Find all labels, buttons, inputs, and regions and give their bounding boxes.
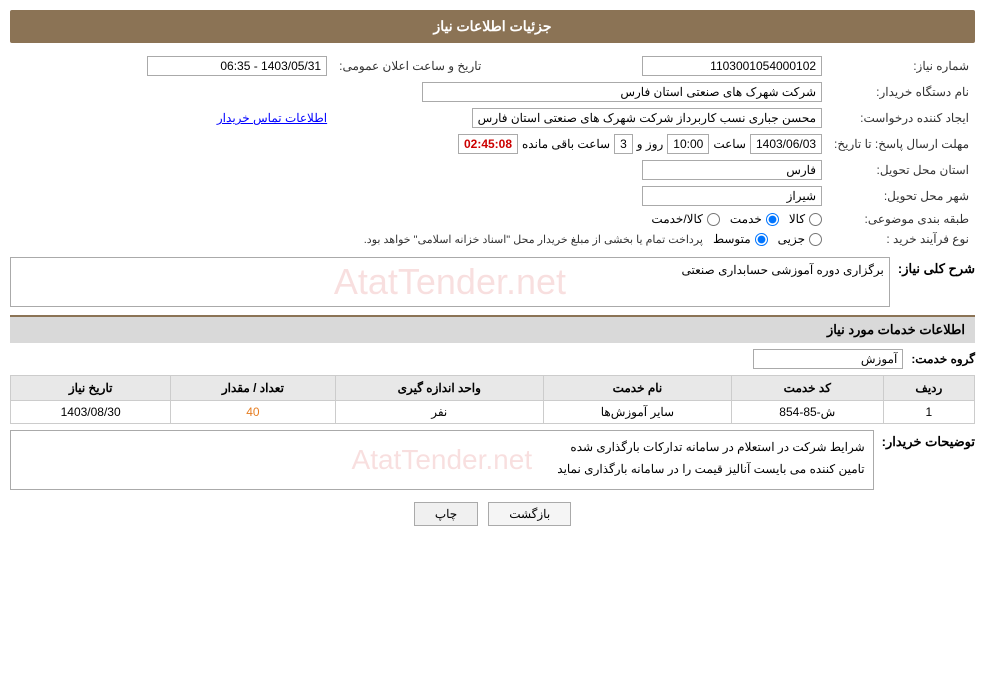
button-row: بازگشت چاپ [10,502,975,526]
announcement-value: 1403/05/31 - 06:35 [147,56,327,76]
page-wrapper: جزئیات اطلاعات نیاز شماره نیاز: 11030010… [0,0,985,691]
city-label: شهر محل تحویل: [828,183,975,209]
cell-row: 1 [883,401,974,424]
purchase-note: پرداخت تمام یا بخشی از مبلغ خریدار محل "… [364,233,703,246]
category-both-radio[interactable] [707,213,720,226]
announcement-label: تاریخ و ساعت اعلان عمومی: [333,53,501,79]
category-kala-khedmat[interactable]: کالا/خدمت [651,212,719,226]
services-table: ردیف کد خدمت نام خدمت واحد اندازه گیری ت… [10,375,975,424]
services-header: اطلاعات خدمات مورد نیاز [10,315,975,343]
col-qty: تعداد / مقدار [171,376,335,401]
deadline-remain: 02:45:08 [458,134,518,154]
page-title: جزئیات اطلاعات نیاز [10,10,975,43]
category-khedmat-radio[interactable] [766,213,779,226]
province-value: فارس [642,160,822,180]
purchase-motevaset-label: متوسط [713,232,751,246]
description-box: AtatTender.net برگزاری دوره آموزشی حسابد… [10,257,890,307]
service-group-row: گروه خدمت: آموزش [10,349,975,369]
city-value: شیراز [642,186,822,206]
col-unit: واحد اندازه گیری [335,376,543,401]
notes-section: توضیحات خریدار: AtatTender.net شرایط شرک… [10,430,975,490]
purchase-jozii-label: جزیی [778,232,805,246]
need-number-label: شماره نیاز: [828,53,975,79]
purchase-jozii-radio[interactable] [809,233,822,246]
col-date: تاریخ نیاز [11,376,171,401]
description-label: شرح کلی نیاز: [898,257,975,277]
category-label: طبقه بندی موضوعی: [828,209,975,229]
cell-quantity: 40 [171,401,335,424]
col-row: ردیف [883,376,974,401]
province-label: استان محل تحویل: [828,157,975,183]
deadline-time-label: ساعت [713,137,746,151]
buyer-value: شرکت شهرک های صنعتی استان فارس [422,82,822,102]
back-button[interactable]: بازگشت [488,502,571,526]
description-value: برگزاری دوره آموزشی حسابداری صنعتی [682,263,884,277]
notes-box: AtatTender.net شرایط شرکت در استعلام در … [10,430,874,490]
creator-value: محسن جباری نسب کاربرداز شرکت شهرک های صن… [472,108,822,128]
description-section: شرح کلی نیاز: AtatTender.net برگزاری دور… [10,257,975,307]
col-name: نام خدمت [543,376,731,401]
need-number-value: 1103001054000102 [642,56,822,76]
purchase-jozii[interactable]: جزیی [778,232,822,246]
group-label: گروه خدمت: [911,352,975,366]
deadline-date: 1403/06/03 [750,134,822,154]
deadline-remain-label: ساعت باقی مانده [522,137,610,151]
category-khedmat-label: خدمت [730,212,762,226]
deadline-day-label: روز و [637,137,664,151]
cell-unit: نفر [335,401,543,424]
deadline-time: 10:00 [667,134,709,154]
buyer-label: نام دستگاه خریدار: [828,79,975,105]
cell-date: 1403/08/30 [11,401,171,424]
category-khedmat[interactable]: خدمت [730,212,779,226]
category-kala[interactable]: کالا [789,212,822,226]
deadline-days: 3 [614,134,633,154]
table-row: 1 ش-85-854 سایر آموزش‌ها نفر 40 1403/08/… [11,401,975,424]
category-both-label: کالا/خدمت [651,212,702,226]
purchase-motevaset[interactable]: متوسط [713,232,768,246]
cell-code: ش-85-854 [731,401,883,424]
notes-line2: تامین کننده می بایست آنالیز قیمت را در س… [19,459,865,481]
purchase-motevaset-radio[interactable] [755,233,768,246]
notes-label: توضیحات خریدار: [882,430,975,450]
category-kala-radio[interactable] [809,213,822,226]
category-kala-label: کالا [789,212,805,226]
col-code: کد خدمت [731,376,883,401]
deadline-label: مهلت ارسال پاسخ: تا تاریخ: [828,131,975,157]
creator-label: ایجاد کننده درخواست: [828,105,975,131]
service-group-value: آموزش [753,349,903,369]
cell-name: سایر آموزش‌ها [543,401,731,424]
info-table: شماره نیاز: 1103001054000102 تاریخ و ساع… [10,53,975,249]
purchase-type-label: نوع فرآیند خرید : [828,229,975,249]
print-button[interactable]: چاپ [414,502,478,526]
contact-link[interactable]: اطلاعات تماس خریدار [217,111,327,125]
notes-line1: شرایط شرکت در استعلام در سامانه تدارکات … [19,437,865,459]
